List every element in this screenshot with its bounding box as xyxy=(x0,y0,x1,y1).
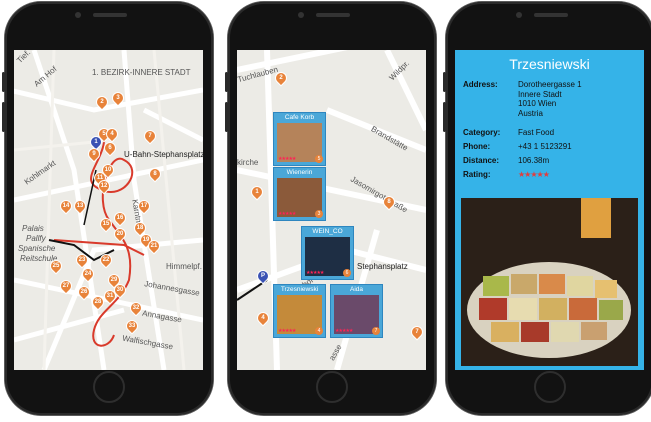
restaurant-card[interactable]: WEIN_CO ★★★★★ 6 xyxy=(301,226,354,280)
rating-label: Rating: xyxy=(463,170,491,179)
camera-icon xyxy=(75,12,81,18)
card-title: Cafe Korb xyxy=(284,114,315,121)
street-label: Himmelpf. xyxy=(166,262,203,271)
speaker-grille xyxy=(93,13,127,17)
speaker-grille xyxy=(316,13,350,17)
camera-icon xyxy=(516,12,522,18)
card-title: WEIN_CO xyxy=(312,228,343,235)
restaurant-card[interactable]: Cafe Korb ★★★★★ 5 xyxy=(273,112,326,166)
card-badge: 6 xyxy=(343,269,351,277)
district-label: 1. BEZIRK-INNERE STADT xyxy=(92,68,191,77)
landmark-label: Pallfy xyxy=(26,234,46,243)
phone-value[interactable]: +43 1 5123291 xyxy=(518,142,643,152)
address-label: Address: xyxy=(463,80,498,89)
card-title: Wienerin xyxy=(286,169,313,176)
station-label: U-Bahn-Stephansplatz xyxy=(124,150,203,159)
category-label: Category: xyxy=(463,128,501,137)
restaurant-detail: Trzesniewski Address: Dorotheergasse 1 I… xyxy=(455,50,644,370)
card-rating: ★★★★★ xyxy=(335,328,353,334)
address-value: Dorotheergasse 1 Innere Stadt 1010 Wien … xyxy=(518,80,582,118)
phone-right: Trzesniewski Address: Dorotheergasse 1 I… xyxy=(443,2,651,415)
phone-left: Tief. Am Hof 1. BEZIRK-INNERE STADT Kohl… xyxy=(2,2,213,415)
card-rating: ★★★★★ xyxy=(306,270,324,276)
restaurant-card[interactable]: Aida ★★★★★ 7 xyxy=(330,284,383,338)
phone-label: Phone: xyxy=(463,142,491,151)
card-rating: ★★★★★ xyxy=(278,156,296,162)
street-label: kirche xyxy=(237,158,259,167)
distance-label: Distance: xyxy=(463,156,500,165)
card-title: Aida xyxy=(349,286,363,293)
card-badge: 3 xyxy=(315,210,323,218)
restaurant-card[interactable]: Trzesniewski ★★★★★ 4 xyxy=(273,284,326,338)
rating-stars-icon: ★★★★★ xyxy=(518,170,550,179)
card-title: Trzesniewski xyxy=(280,286,319,293)
home-button[interactable] xyxy=(93,371,125,403)
restaurant-card[interactable]: Wienerin ★★★★★ 3 xyxy=(273,167,326,221)
category-value: Fast Food xyxy=(518,128,555,137)
phone-middle: Tuchlauben Wildpr. Brandstätte Jasomirgo… xyxy=(225,2,436,415)
speaker-grille xyxy=(534,13,568,17)
camera-icon xyxy=(298,12,304,18)
restaurant-title: Trzesniewski xyxy=(509,56,590,72)
restaurant-photo xyxy=(461,198,638,366)
landmark-label: Spanische xyxy=(18,244,56,253)
card-badge: 7 xyxy=(372,327,380,335)
landmark-label: Palais xyxy=(22,224,44,233)
card-badge: 5 xyxy=(315,155,323,163)
home-button[interactable] xyxy=(534,371,566,403)
card-rating: ★★★★★ xyxy=(278,328,296,334)
route-map[interactable]: Tief. Am Hof 1. BEZIRK-INNERE STADT Kohl… xyxy=(14,50,203,370)
restaurant-map[interactable]: Tuchlauben Wildpr. Brandstätte Jasomirgo… xyxy=(237,50,426,370)
station-label: Stephansplatz xyxy=(357,262,408,271)
card-rating: ★★★★★ xyxy=(278,211,296,217)
distance-value: 106.38m xyxy=(518,156,550,165)
home-button[interactable] xyxy=(316,371,348,403)
card-badge: 4 xyxy=(315,327,323,335)
